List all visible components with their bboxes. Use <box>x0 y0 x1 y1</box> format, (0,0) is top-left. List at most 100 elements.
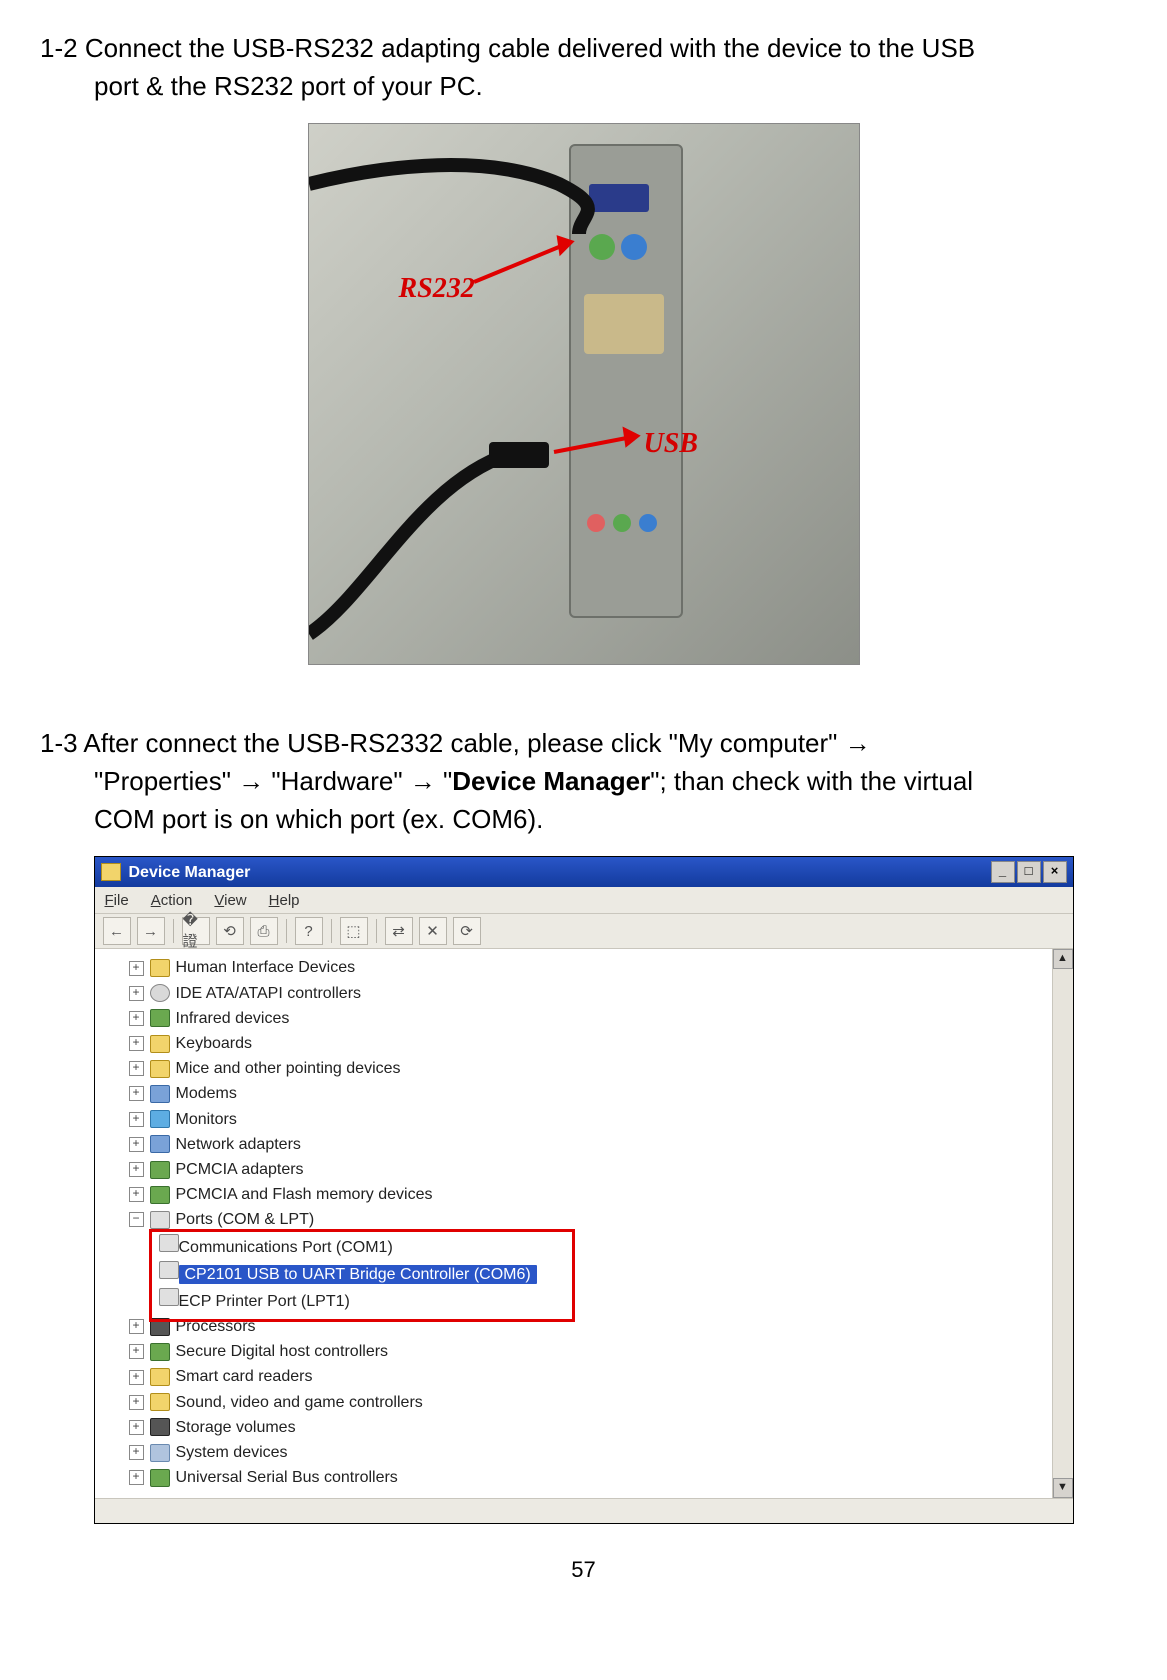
expand-icon[interactable]: + <box>129 1011 144 1026</box>
expand-icon[interactable]: + <box>129 1319 144 1334</box>
menubar[interactable]: File Action View Help <box>95 887 1073 914</box>
step-1-2-num: 1-2 <box>40 33 78 63</box>
net-icon <box>150 1135 170 1153</box>
expand-icon[interactable]: + <box>129 1470 144 1485</box>
menu-action[interactable]: Action <box>151 890 193 912</box>
tree-subitem[interactable]: ECP Printer Port (LPT1) <box>159 1287 1069 1314</box>
step-1-3-num: 1-3 <box>40 728 78 758</box>
expand-icon[interactable]: + <box>129 1137 144 1152</box>
tree-item-label: Ports (COM & LPT) <box>176 1208 315 1231</box>
folder-icon <box>150 1060 170 1078</box>
tree-item[interactable]: + PCMCIA and Flash memory devices <box>129 1182 1043 1207</box>
chip-icon <box>150 1009 170 1027</box>
label-rs232: RS232 <box>399 269 475 310</box>
titlebar[interactable]: Device Manager _ □ × <box>95 857 1073 887</box>
toolbar-tree-icon[interactable]: �證 <box>182 917 210 945</box>
tree-item-label: Smart card readers <box>176 1365 313 1388</box>
tree-item[interactable]: +Universal Serial Bus controllers <box>129 1465 1043 1490</box>
expand-icon[interactable]: + <box>129 1086 144 1101</box>
tree-item[interactable]: +Secure Digital host controllers <box>129 1339 1043 1364</box>
tree-item-label: Sound, video and game controllers <box>176 1391 423 1414</box>
tree-item-label: Human Interface Devices <box>176 956 356 979</box>
chip-icon <box>150 1186 170 1204</box>
tree-item[interactable]: + PCMCIA adapters <box>129 1157 1043 1182</box>
expand-icon[interactable]: + <box>129 1445 144 1460</box>
expand-icon[interactable]: + <box>129 1187 144 1202</box>
audio-jacks <box>587 514 657 532</box>
ps2-port-1 <box>589 234 615 260</box>
tree-subitem[interactable]: CP2101 USB to UART Bridge Controller (CO… <box>159 1260 1069 1287</box>
tree-subitem[interactable]: Communications Port (COM1) <box>159 1233 1069 1260</box>
tree-item[interactable]: + System devices <box>129 1440 1043 1465</box>
expand-icon[interactable]: + <box>129 986 144 1001</box>
scrollbar[interactable]: ▲ ▼ <box>1052 949 1073 1498</box>
port-icon <box>150 1211 170 1229</box>
parallel-port <box>584 294 664 354</box>
chip-icon <box>150 1469 170 1487</box>
expand-icon[interactable]: − <box>129 1212 144 1227</box>
chip-icon <box>150 1161 170 1179</box>
tree-item-label: PCMCIA adapters <box>176 1158 304 1181</box>
pc-photo: RS232 USB <box>308 123 860 665</box>
tree-item[interactable]: + Network adapters <box>129 1132 1043 1157</box>
toolbar-update-icon[interactable]: ⟳ <box>453 917 481 945</box>
toolbar-properties-icon[interactable]: ⬚ <box>340 917 368 945</box>
expand-icon[interactable]: + <box>129 961 144 976</box>
expand-icon[interactable]: + <box>129 1420 144 1435</box>
tree-item[interactable]: +Modems <box>129 1081 1043 1106</box>
tree-item-label: Storage volumes <box>176 1416 296 1439</box>
menu-view[interactable]: View <box>214 890 246 912</box>
toolbar: ← → �證 ⟲ ⎙ ? ⬚ ⇄ ✕ ⟳ <box>95 914 1073 949</box>
tree-item[interactable]: +Keyboards <box>129 1031 1043 1056</box>
cd-icon <box>150 984 170 1002</box>
ps2-port-2 <box>621 234 647 260</box>
tree-item-label: Mice and other pointing devices <box>176 1057 401 1080</box>
close-button[interactable]: × <box>1043 861 1067 883</box>
tree-item[interactable]: + Sound, video and game controllers <box>129 1390 1043 1415</box>
menu-help[interactable]: Help <box>269 890 300 912</box>
expand-icon[interactable]: + <box>129 1344 144 1359</box>
menu-file[interactable]: File <box>105 890 129 912</box>
expand-icon[interactable]: + <box>129 1395 144 1410</box>
scroll-down-icon[interactable]: ▼ <box>1053 1478 1073 1498</box>
step-1-2-text-a: Connect the USB-RS232 adapting cable del… <box>85 33 975 63</box>
tree-item[interactable]: +Processors <box>129 1314 1043 1339</box>
toolbar-forward-icon[interactable]: → <box>137 917 165 945</box>
port-icon <box>159 1261 179 1279</box>
tree-item-label: PCMCIA and Flash memory devices <box>176 1183 433 1206</box>
device-manager-bold: Device Manager <box>452 766 650 796</box>
tree-item[interactable]: + Storage volumes <box>129 1415 1043 1440</box>
expand-icon[interactable]: + <box>129 1370 144 1385</box>
expand-icon[interactable]: + <box>129 1162 144 1177</box>
step-1-3: 1-3 After connect the USB-RS2332 cable, … <box>40 725 1127 838</box>
tree-item-label: Infrared devices <box>176 1007 290 1030</box>
expand-icon[interactable]: + <box>129 1061 144 1076</box>
toolbar-scan-icon[interactable]: ⇄ <box>385 917 413 945</box>
toolbar-print-icon[interactable]: ⎙ <box>250 917 278 945</box>
tree-item[interactable]: + Infrared devices <box>129 1006 1043 1031</box>
port-icon <box>159 1288 179 1306</box>
page-number: 57 <box>40 1554 1127 1586</box>
tree-item-label: System devices <box>176 1441 288 1464</box>
tree-item[interactable]: +Monitors <box>129 1107 1043 1132</box>
tree-item-label: Network adapters <box>176 1133 301 1156</box>
toolbar-help-icon[interactable]: ? <box>295 917 323 945</box>
tree-item-label: IDE ATA/ATAPI controllers <box>176 982 362 1005</box>
toolbar-remove-icon[interactable]: ✕ <box>419 917 447 945</box>
tree-item[interactable]: + IDE ATA/ATAPI controllers <box>129 981 1043 1006</box>
toolbar-back-icon[interactable]: ← <box>103 917 131 945</box>
port-icon <box>159 1234 179 1252</box>
minimize-button[interactable]: _ <box>991 861 1015 883</box>
toolbar-refresh-icon[interactable]: ⟲ <box>216 917 244 945</box>
tree-item[interactable]: + Mice and other pointing devices <box>129 1056 1043 1081</box>
tree-item[interactable]: + Human Interface Devices <box>129 955 1043 980</box>
label-usb: USB <box>644 424 698 465</box>
scroll-up-icon[interactable]: ▲ <box>1053 949 1073 969</box>
expand-icon[interactable]: + <box>129 1036 144 1051</box>
maximize-button[interactable]: □ <box>1017 861 1041 883</box>
tree-item[interactable]: − Ports (COM & LPT) <box>129 1207 1043 1232</box>
tree-subitem-label: ECP Printer Port (LPT1) <box>179 1293 350 1310</box>
tree-item[interactable]: + Smart card readers <box>129 1364 1043 1389</box>
expand-icon[interactable]: + <box>129 1112 144 1127</box>
dark-icon <box>150 1318 170 1336</box>
